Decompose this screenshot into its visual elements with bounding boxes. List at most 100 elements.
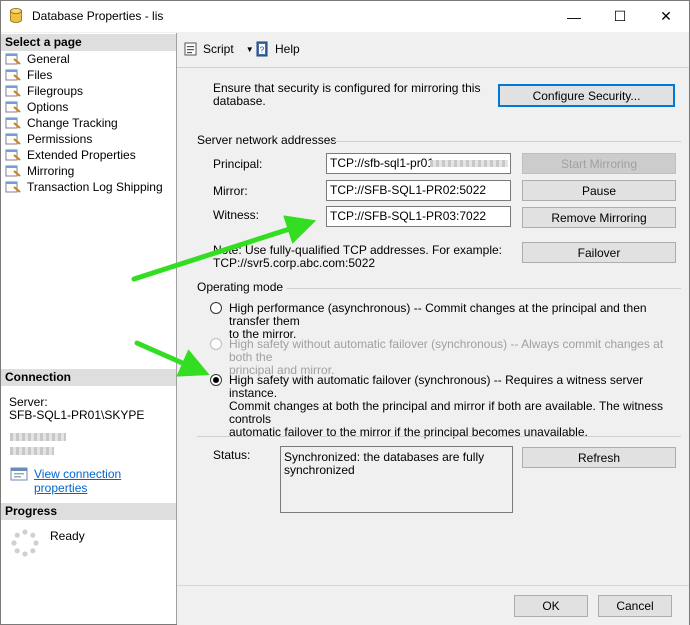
option3-line3: automatic failover to the mirror if the … <box>229 425 588 439</box>
radio-selected-dot <box>213 377 219 383</box>
note-line1: Note: Use fully-qualified TCP addresses.… <box>213 243 503 257</box>
option3-line1: High safety with automatic failover (syn… <box>229 373 644 400</box>
security-description: Ensure that security is configured for m… <box>213 81 481 108</box>
close-button[interactable]: ✕ <box>643 1 689 32</box>
svg-text:?: ? <box>260 46 265 55</box>
configure-security-button[interactable]: Configure Security... <box>498 84 675 107</box>
page-item-files[interactable]: Files <box>5 67 52 83</box>
redacted-text <box>10 433 66 441</box>
witness-label: Witness: <box>213 208 260 222</box>
script-label: Script <box>203 42 234 56</box>
help-label: Help <box>275 42 300 56</box>
remove-mirroring-button[interactable]: Remove Mirroring <box>522 207 676 228</box>
option1-line1: High performance (asynchronous) -- Commi… <box>229 301 647 328</box>
page-item-label: Transaction Log Shipping <box>27 180 163 194</box>
select-page-header: Select a page <box>1 34 176 51</box>
minimize-icon: — <box>567 8 581 25</box>
page-wrench-icon <box>5 133 21 145</box>
progress-spinner-icon <box>11 529 39 557</box>
redacted-text <box>10 447 54 455</box>
status-box: Synchronized: the databases are fully sy… <box>280 446 513 513</box>
divider <box>197 436 681 437</box>
option2-line1: High safety without automatic failover (… <box>229 337 664 364</box>
high-safety-no-failover-label: High safety without automatic failover (… <box>229 338 689 377</box>
page-item-label: Files <box>27 68 53 82</box>
server-value: SFB-SQL1-PR01\SKYPE <box>9 408 145 422</box>
status-value-line2: synchronized <box>284 463 355 477</box>
page-item-mirroring[interactable]: Mirroring <box>5 163 74 179</box>
page-item-label: Change Tracking <box>27 116 118 130</box>
page-wrench-icon <box>5 165 21 177</box>
cancel-button[interactable]: Cancel <box>598 595 672 617</box>
page-wrench-icon <box>5 181 21 193</box>
failover-button[interactable]: Failover <box>522 242 676 263</box>
script-button[interactable]: Script ▼ <box>183 41 254 57</box>
view-connection-properties-link[interactable]: View connection properties <box>34 467 176 495</box>
network-section-title: Server network addresses <box>197 133 337 147</box>
connection-properties-icon <box>10 467 28 481</box>
principal-value: TCP://sfb-sql1-pr01 <box>330 156 435 170</box>
principal-label: Principal: <box>213 157 263 171</box>
page-item-label: Filegroups <box>27 84 84 98</box>
help-icon: ? <box>256 41 268 57</box>
mirror-label: Mirror: <box>213 184 248 198</box>
option3-line2: Commit changes at both the principal and… <box>229 399 663 426</box>
page-item-permissions[interactable]: Permissions <box>5 131 92 147</box>
status-label: Status: <box>213 448 251 462</box>
page-wrench-icon <box>5 117 21 129</box>
note-line2: TCP://svr5.corp.abc.com:5022 <box>213 256 376 270</box>
server-label: Server: <box>9 395 48 409</box>
footer: OK Cancel <box>177 585 689 625</box>
database-icon <box>10 8 22 23</box>
help-button[interactable]: ? Help <box>255 41 300 57</box>
mirroring-page: Ensure that security is configured for m… <box>177 68 689 584</box>
page-item-options[interactable]: Options <box>5 99 68 115</box>
title-bar: Database Properties - lis — ☐ ✕ <box>1 1 689 32</box>
page-wrench-icon <box>5 149 21 161</box>
divider <box>287 288 681 289</box>
page-item-label: Options <box>27 100 69 114</box>
mirror-value: TCP://SFB-SQL1-PR02:5022 <box>330 183 487 197</box>
progress-header: Progress <box>1 503 176 520</box>
page-item-transaction-log-shipping[interactable]: Transaction Log Shipping <box>5 179 163 195</box>
page-wrench-icon <box>5 53 21 65</box>
toolbar: Script ▼ ? Help <box>177 33 689 68</box>
page-item-general[interactable]: General <box>5 51 70 67</box>
close-icon: ✕ <box>660 8 672 24</box>
page-item-change-tracking[interactable]: Change Tracking <box>5 115 118 131</box>
high-safety-auto-failover-radio[interactable] <box>210 374 222 386</box>
ok-button[interactable]: OK <box>514 595 588 617</box>
witness-value: TCP://SFB-SQL1-PR03:7022 <box>330 209 487 223</box>
maximize-icon: ☐ <box>613 8 627 24</box>
database-properties-window: Database Properties - lis — ☐ ✕ Select a… <box>0 0 690 625</box>
script-icon <box>184 42 197 56</box>
start-mirroring-button[interactable]: Start Mirroring <box>522 153 676 174</box>
divider <box>327 141 681 142</box>
connection-header: Connection <box>1 369 176 386</box>
page-item-extended-properties[interactable]: Extended Properties <box>5 147 136 163</box>
minimize-button[interactable]: — <box>551 1 597 32</box>
refresh-button[interactable]: Refresh <box>522 447 676 468</box>
witness-field[interactable]: TCP://SFB-SQL1-PR03:7022 <box>326 206 511 227</box>
pause-button[interactable]: Pause <box>522 180 676 201</box>
high-safety-no-failover-radio[interactable] <box>210 338 222 350</box>
high-performance-label: High performance (asynchronous) -- Commi… <box>229 302 689 341</box>
page-wrench-icon <box>5 85 21 97</box>
operating-mode-title: Operating mode <box>197 280 284 294</box>
mirror-field[interactable]: TCP://SFB-SQL1-PR02:5022 <box>326 180 511 201</box>
page-item-label: Mirroring <box>27 164 75 178</box>
page-wrench-icon <box>5 101 21 113</box>
window-title: Database Properties - lis <box>32 9 164 23</box>
chevron-down-icon: ▼ <box>245 44 254 54</box>
page-item-label: Extended Properties <box>27 148 136 162</box>
progress-status: Ready <box>50 529 85 543</box>
page-wrench-icon <box>5 69 21 81</box>
redacted-text <box>430 160 508 167</box>
page-item-label: General <box>27 52 70 66</box>
maximize-button[interactable]: ☐ <box>597 1 643 32</box>
high-performance-radio[interactable] <box>210 302 222 314</box>
left-pane: Select a page General Files Filegroups O… <box>1 33 177 624</box>
page-item-label: Permissions <box>27 132 93 146</box>
high-safety-auto-failover-label: High safety with automatic failover (syn… <box>229 374 689 439</box>
page-item-filegroups[interactable]: Filegroups <box>5 83 83 99</box>
